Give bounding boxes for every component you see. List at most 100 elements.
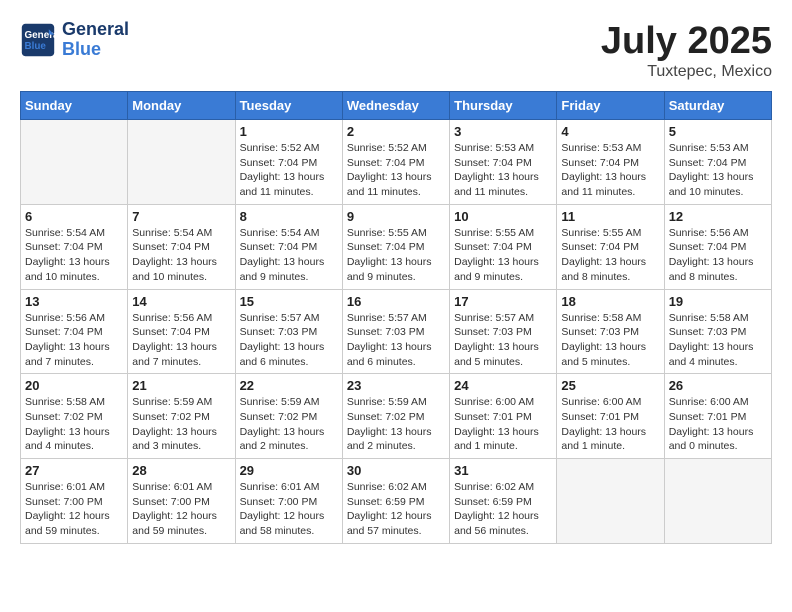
- calendar-cell: 20 Sunrise: 5:58 AM Sunset: 7:02 PM Dayli…: [21, 374, 128, 459]
- calendar-cell: 28Sunrise: 6:01 AM Sunset: 7:00 PM Dayli…: [128, 459, 235, 544]
- day-number: 16: [347, 294, 445, 309]
- day-info: Sunrise: 5:52 AM Sunset: 7:04 PM Dayligh…: [347, 141, 445, 200]
- day-number: 22: [240, 378, 338, 393]
- day-number: 9: [347, 209, 445, 224]
- calendar-cell: 27 Sunrise: 6:01 AM Sunset: 7:00 PM Dayli…: [21, 459, 128, 544]
- calendar-week-5: 27 Sunrise: 6:01 AM Sunset: 7:00 PM Dayli…: [21, 459, 772, 544]
- day-info: Sunrise: 5:57 AM Sunset: 7:03 PM Dayligh…: [454, 311, 552, 370]
- logo-icon: General Blue: [20, 22, 56, 58]
- day-info: Sunrise: 5:53 AM Sunset: 7:04 PM Dayligh…: [669, 141, 767, 200]
- calendar-cell: 29 Sunrise: 6:01 AM Sunset: 7:00 PM Dayli…: [235, 459, 342, 544]
- calendar-cell: 2 Sunrise: 5:52 AM Sunset: 7:04 PM Daylig…: [342, 120, 449, 205]
- day-number: 26: [669, 378, 767, 393]
- calendar-cell: [664, 459, 771, 544]
- day-info: Sunrise: 5:56 AM Sunset: 7:04 PM Dayligh…: [132, 311, 230, 370]
- calendar-week-2: 6 Sunrise: 5:54 AM Sunset: 7:04 PM Daylig…: [21, 204, 772, 289]
- calendar-cell: 5 Sunrise: 5:53 AM Sunset: 7:04 PM Daylig…: [664, 120, 771, 205]
- calendar-header-row: SundayMondayTuesdayWednesdayThursdayFrid…: [21, 92, 772, 120]
- calendar-cell: 12 Sunrise: 5:56 AM Sunset: 7:04 PM Dayli…: [664, 204, 771, 289]
- calendar-cell: 3Sunrise: 5:53 AM Sunset: 7:04 PM Daylig…: [450, 120, 557, 205]
- calendar-cell: 1Sunrise: 5:52 AM Sunset: 7:04 PM Daylig…: [235, 120, 342, 205]
- calendar-week-4: 20 Sunrise: 5:58 AM Sunset: 7:02 PM Dayli…: [21, 374, 772, 459]
- day-number: 20: [25, 378, 123, 393]
- day-number: 21: [132, 378, 230, 393]
- day-info: Sunrise: 5:53 AM Sunset: 7:04 PM Dayligh…: [561, 141, 659, 200]
- day-info: Sunrise: 5:58 AM Sunset: 7:02 PM Dayligh…: [25, 395, 123, 454]
- day-info: Sunrise: 6:02 AM Sunset: 6:59 PM Dayligh…: [347, 480, 445, 539]
- day-header-saturday: Saturday: [664, 92, 771, 120]
- day-number: 10: [454, 209, 552, 224]
- day-number: 5: [669, 124, 767, 139]
- day-header-monday: Monday: [128, 92, 235, 120]
- calendar-cell: 23 Sunrise: 5:59 AM Sunset: 7:02 PM Dayli…: [342, 374, 449, 459]
- calendar-cell: [128, 120, 235, 205]
- day-number: 27: [25, 463, 123, 478]
- logo: General Blue GeneralBlue: [20, 20, 129, 60]
- day-number: 25: [561, 378, 659, 393]
- day-info: Sunrise: 5:55 AM Sunset: 7:04 PM Dayligh…: [561, 226, 659, 285]
- day-number: 13: [25, 294, 123, 309]
- calendar-cell: 8Sunrise: 5:54 AM Sunset: 7:04 PM Daylig…: [235, 204, 342, 289]
- day-number: 1: [240, 124, 338, 139]
- calendar-cell: 21 Sunrise: 5:59 AM Sunset: 7:02 PM Dayli…: [128, 374, 235, 459]
- day-number: 24: [454, 378, 552, 393]
- day-info: Sunrise: 6:01 AM Sunset: 7:00 PM Dayligh…: [25, 480, 123, 539]
- calendar-cell: 25 Sunrise: 6:00 AM Sunset: 7:01 PM Dayli…: [557, 374, 664, 459]
- calendar-week-1: 1 Sunrise: 5:52 AM Sunset: 7:04 PM Daylig…: [21, 120, 772, 205]
- day-info: Sunrise: 5:58 AM Sunset: 7:03 PM Dayligh…: [669, 311, 767, 370]
- calendar-cell: [557, 459, 664, 544]
- day-info: Sunrise: 5:54 AM Sunset: 7:04 PM Dayligh…: [240, 226, 338, 285]
- day-info: Sunrise: 5:55 AM Sunset: 7:04 PM Dayligh…: [454, 226, 552, 285]
- title-area: July 2025 Tuxtepec, Mexico: [601, 20, 772, 81]
- day-info: Sunrise: 5:55 AM Sunset: 7:04 PM Dayligh…: [347, 226, 445, 285]
- calendar-cell: 16Sunrise: 5:57 AM Sunset: 7:03 PM Dayli…: [342, 289, 449, 374]
- day-header-sunday: Sunday: [21, 92, 128, 120]
- day-info: Sunrise: 5:57 AM Sunset: 7:03 PM Dayligh…: [240, 311, 338, 370]
- day-number: 28: [132, 463, 230, 478]
- day-number: 31: [454, 463, 552, 478]
- day-header-thursday: Thursday: [450, 92, 557, 120]
- day-header-friday: Friday: [557, 92, 664, 120]
- day-info: Sunrise: 5:58 AM Sunset: 7:03 PM Dayligh…: [561, 311, 659, 370]
- calendar-cell: 11 Sunrise: 5:55 AM Sunset: 7:04 PM Dayli…: [557, 204, 664, 289]
- day-info: Sunrise: 5:56 AM Sunset: 7:04 PM Dayligh…: [669, 226, 767, 285]
- calendar-week-3: 13 Sunrise: 5:56 AM Sunset: 7:04 PM Dayli…: [21, 289, 772, 374]
- day-info: Sunrise: 5:59 AM Sunset: 7:02 PM Dayligh…: [347, 395, 445, 454]
- day-number: 3: [454, 124, 552, 139]
- day-info: Sunrise: 6:00 AM Sunset: 7:01 PM Dayligh…: [454, 395, 552, 454]
- day-info: Sunrise: 6:01 AM Sunset: 7:00 PM Dayligh…: [240, 480, 338, 539]
- calendar: SundayMondayTuesdayWednesdayThursdayFrid…: [20, 91, 772, 544]
- header: General Blue GeneralBlue July 2025 Tuxte…: [20, 20, 772, 81]
- day-number: 4: [561, 124, 659, 139]
- day-info: Sunrise: 5:54 AM Sunset: 7:04 PM Dayligh…: [25, 226, 123, 285]
- calendar-cell: 9 Sunrise: 5:55 AM Sunset: 7:04 PM Daylig…: [342, 204, 449, 289]
- calendar-cell: [21, 120, 128, 205]
- calendar-cell: 15Sunrise: 5:57 AM Sunset: 7:03 PM Dayli…: [235, 289, 342, 374]
- day-number: 2: [347, 124, 445, 139]
- day-header-wednesday: Wednesday: [342, 92, 449, 120]
- calendar-cell: 7Sunrise: 5:54 AM Sunset: 7:04 PM Daylig…: [128, 204, 235, 289]
- day-info: Sunrise: 5:59 AM Sunset: 7:02 PM Dayligh…: [132, 395, 230, 454]
- day-info: Sunrise: 5:54 AM Sunset: 7:04 PM Dayligh…: [132, 226, 230, 285]
- calendar-cell: 4 Sunrise: 5:53 AM Sunset: 7:04 PM Daylig…: [557, 120, 664, 205]
- day-number: 23: [347, 378, 445, 393]
- calendar-cell: 18Sunrise: 5:58 AM Sunset: 7:03 PM Dayli…: [557, 289, 664, 374]
- day-number: 29: [240, 463, 338, 478]
- day-number: 19: [669, 294, 767, 309]
- day-number: 30: [347, 463, 445, 478]
- calendar-cell: 17Sunrise: 5:57 AM Sunset: 7:03 PM Dayli…: [450, 289, 557, 374]
- calendar-cell: 10 Sunrise: 5:55 AM Sunset: 7:04 PM Dayli…: [450, 204, 557, 289]
- calendar-cell: 26 Sunrise: 6:00 AM Sunset: 7:01 PM Dayli…: [664, 374, 771, 459]
- month-title: July 2025: [601, 20, 772, 63]
- logo-text: GeneralBlue: [62, 20, 129, 60]
- day-info: Sunrise: 6:00 AM Sunset: 7:01 PM Dayligh…: [561, 395, 659, 454]
- svg-text:Blue: Blue: [25, 41, 47, 52]
- day-number: 6: [25, 209, 123, 224]
- calendar-cell: 14 Sunrise: 5:56 AM Sunset: 7:04 PM Dayli…: [128, 289, 235, 374]
- day-info: Sunrise: 6:00 AM Sunset: 7:01 PM Dayligh…: [669, 395, 767, 454]
- day-header-tuesday: Tuesday: [235, 92, 342, 120]
- calendar-cell: 24 Sunrise: 6:00 AM Sunset: 7:01 PM Dayli…: [450, 374, 557, 459]
- day-number: 12: [669, 209, 767, 224]
- day-number: 14: [132, 294, 230, 309]
- day-number: 11: [561, 209, 659, 224]
